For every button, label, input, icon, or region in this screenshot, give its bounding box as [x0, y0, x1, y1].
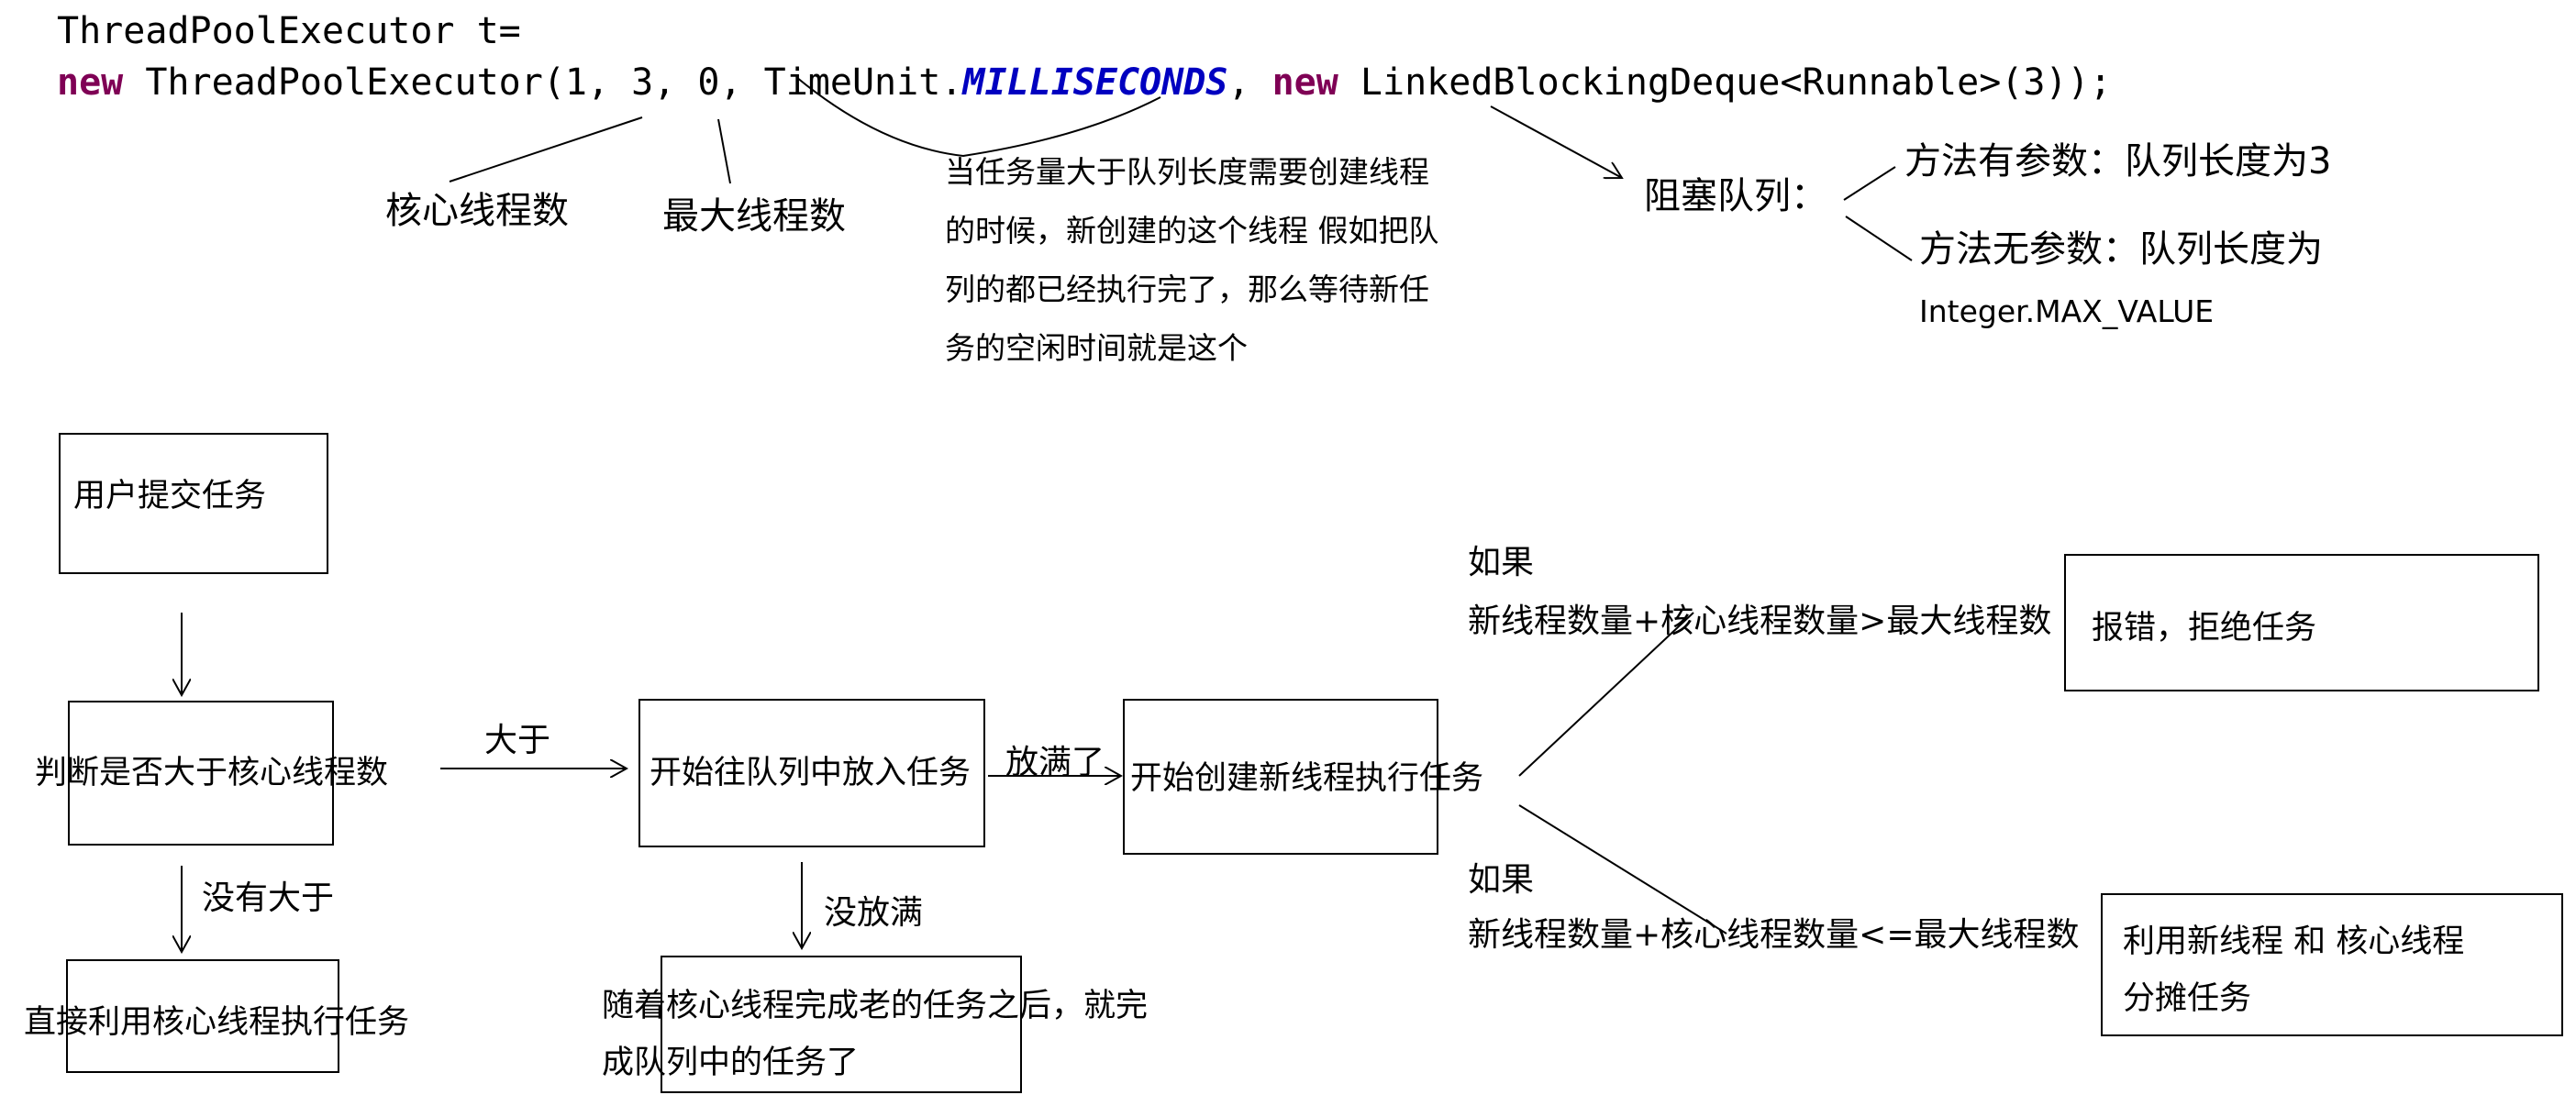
label-without-param: 方法无参数：队列长度为 [1919, 228, 2323, 271]
text-share-1: 利用新线程 和 核心线程 [2123, 923, 2465, 960]
text-create-thread: 开始创建新线程执行任务 [1130, 760, 1484, 797]
note-line: 的时候，新创建的这个线程 假如把队 [945, 213, 1439, 249]
note-idle-time: 当任务量大于队列长度需要创建线程 的时候，新创建的这个线程 假如把队 列的都已经… [945, 143, 1439, 378]
text-use-core: 直接利用核心线程执行任务 [24, 1004, 410, 1041]
text-after-core-2: 成队列中的任务了 [602, 1045, 860, 1081]
line-without-param [1845, 216, 1913, 261]
text-check-core: 判断是否大于核心线程数 [35, 755, 389, 791]
label-greater: 大于 [484, 722, 551, 759]
text-after-core-1: 随着核心线程完成老的任务之后，就完 [602, 988, 1149, 1024]
label-cond-1: 新线程数量+核心线程数量>最大线程数 [1468, 603, 2052, 640]
label-not-full: 没放满 [824, 894, 924, 932]
label-not-greater: 没有大于 [202, 879, 335, 917]
text-user-submit: 用户提交任务 [73, 478, 267, 514]
label-if-1: 如果 [1468, 544, 1535, 581]
line-max-threads [717, 118, 731, 184]
label-with-param: 方法有参数：队列长度为3 [1904, 140, 2332, 182]
note-line: 务的空闲时间就是这个 [945, 330, 1248, 366]
text-put-queue: 开始往队列中放入任务 [650, 755, 972, 791]
label-max-value: Integer.MAX_VALUE [1919, 293, 2215, 329]
label-max-threads: 最大线程数 [662, 195, 846, 238]
note-line: 当任务量大于队列长度需要创建线程 [945, 154, 1429, 190]
line-core-threads [449, 116, 643, 182]
text-reject: 报错，拒绝任务 [2092, 610, 2317, 647]
line-with-param [1843, 166, 1896, 201]
label-core-threads: 核心线程数 [385, 190, 569, 232]
label-cond-2: 新线程数量+核心线程数量<=最大线程数 [1468, 916, 2080, 954]
label-queue-full: 放满了 [1005, 744, 1105, 781]
label-blocking-queue: 阻塞队列： [1644, 175, 1827, 217]
note-line: 列的都已经执行完了，那么等待新任 [945, 271, 1429, 307]
arrow-blocking-queue [1490, 105, 1622, 178]
label-if-2: 如果 [1468, 861, 1535, 899]
text-share-2: 分摊任务 [2123, 980, 2252, 1017]
line-to-share [1518, 804, 1727, 935]
